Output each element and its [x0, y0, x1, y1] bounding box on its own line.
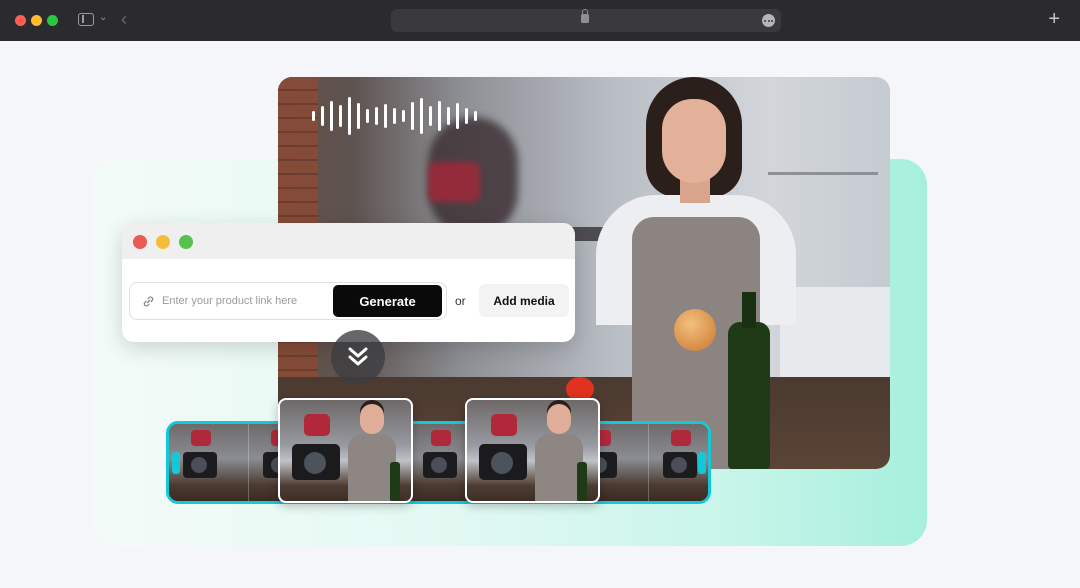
zoom-window-button[interactable]	[47, 15, 58, 26]
waveform-bar	[330, 101, 333, 131]
generate-button[interactable]: Generate	[333, 285, 442, 317]
t-cam	[292, 444, 340, 480]
product-link-placeholder: Enter your product link here	[162, 295, 298, 307]
add-media-button[interactable]: Add media	[479, 284, 569, 317]
timeline-right-handle[interactable]	[698, 452, 706, 474]
waveform-bar	[312, 111, 315, 121]
timeline-frame	[169, 424, 249, 501]
waveform-bar	[366, 109, 369, 123]
chevron-down-icon[interactable]: ⌄	[99, 13, 107, 23]
prompt-window-titlebar	[122, 223, 575, 259]
browser-toolbar: ⌄ ‹ +	[0, 0, 1080, 41]
t-red	[304, 414, 330, 436]
t-body	[535, 434, 583, 501]
waveform-bar	[456, 103, 459, 129]
t-head	[360, 404, 384, 434]
link-icon	[143, 296, 154, 307]
onion	[674, 309, 716, 351]
prompt-minimize-dot	[156, 235, 170, 249]
waveform-bar	[402, 110, 405, 122]
more-icon[interactable]	[762, 14, 775, 27]
prompt-window: Enter your product link here Generate or…	[122, 223, 575, 342]
face	[662, 99, 726, 183]
timeline-left-handle[interactable]	[172, 452, 180, 474]
olive-oil-bottle	[728, 292, 770, 469]
lock-icon	[581, 9, 589, 23]
waveform-bar	[339, 105, 342, 127]
t-head	[547, 404, 571, 434]
camera-red-accent	[428, 162, 480, 202]
minimize-window-button[interactable]	[31, 15, 42, 26]
waveform-bar	[429, 106, 432, 126]
t-red	[491, 414, 517, 436]
back-arrow-icon[interactable]: ‹	[121, 10, 127, 28]
waveform-bar	[357, 103, 360, 129]
t-bottle	[390, 462, 400, 501]
waveform-bar	[348, 97, 351, 135]
frame-red-accent	[671, 430, 691, 446]
frame-red-accent	[191, 430, 211, 446]
t-body	[348, 434, 396, 501]
t-bottle	[577, 462, 587, 501]
audio-waveform-icon	[312, 97, 482, 135]
waveform-bar	[465, 108, 468, 124]
waveform-bar	[375, 107, 378, 125]
frame-camera	[423, 452, 457, 478]
frame-red-accent	[431, 430, 451, 446]
video-timeline[interactable]	[166, 421, 711, 504]
address-bar[interactable]	[391, 9, 781, 32]
or-separator: or	[455, 294, 466, 308]
frame-camera	[663, 452, 697, 478]
plus-icon[interactable]: +	[1048, 9, 1060, 29]
frame-camera	[183, 452, 217, 478]
waveform-bar	[447, 107, 450, 125]
double-chevron-down-icon	[331, 330, 385, 384]
close-window-button[interactable]	[15, 15, 26, 26]
waveform-bar	[438, 101, 441, 131]
waveform-bar	[474, 111, 477, 121]
prompt-zoom-dot	[179, 235, 193, 249]
waveform-bar	[420, 98, 423, 134]
waveform-bar	[321, 106, 324, 126]
prompt-close-dot	[133, 235, 147, 249]
sidebar-icon[interactable]	[78, 13, 94, 26]
t-cam	[479, 444, 527, 480]
video-thumbnail[interactable]	[278, 398, 413, 503]
video-thumbnail[interactable]	[465, 398, 600, 503]
waveform-bar	[411, 102, 414, 130]
waveform-bar	[393, 108, 396, 124]
waveform-bar	[384, 104, 387, 128]
